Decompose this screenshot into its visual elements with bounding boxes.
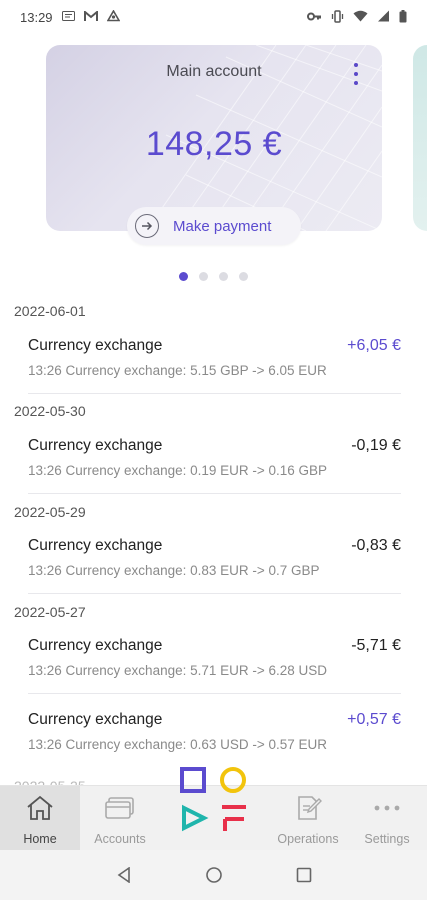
recents-icon[interactable]	[294, 865, 314, 885]
nav-operations[interactable]: Operations	[268, 786, 348, 851]
account-balance: 148,25 €	[145, 125, 283, 163]
transaction-amount: +6,05 €	[347, 337, 401, 354]
card-icon	[104, 793, 136, 823]
transaction-amount: -5,71 €	[351, 637, 401, 654]
date-header: 2022-06-01	[14, 303, 86, 319]
transaction-description: 13:26 Currency exchange: 0.83 EUR -> 0.7…	[28, 563, 320, 578]
transaction-row[interactable]: Currency exchange -5,71 € 13:26 Currency…	[0, 637, 427, 697]
home-circle-icon[interactable]	[204, 865, 224, 885]
key-icon	[307, 11, 322, 23]
nav-settings[interactable]: Settings	[347, 786, 427, 851]
make-payment-label: Make payment	[173, 217, 272, 235]
transaction-description: 13:26 Currency exchange: 0.63 USD -> 0.5…	[28, 737, 328, 752]
carousel-indicator	[0, 272, 427, 281]
carousel-dot-1[interactable]	[179, 272, 188, 281]
account-title: Main account	[166, 63, 262, 80]
nav-home-label: Home	[23, 832, 57, 846]
status-time: 13:29	[20, 9, 53, 25]
nav-operations-label: Operations	[277, 832, 339, 846]
document-edit-icon	[294, 793, 322, 823]
system-navigation-bar	[0, 850, 427, 900]
home-icon	[25, 793, 55, 823]
transaction-description: 13:26 Currency exchange: 5.71 EUR -> 6.2…	[28, 663, 328, 678]
arrow-right-circle-icon	[135, 214, 159, 238]
recycle-icon	[106, 9, 120, 24]
date-header: 2022-05-27	[14, 604, 86, 620]
account-card[interactable]: Main account 148,25 €	[46, 45, 382, 231]
message-icon	[61, 11, 75, 23]
signal-icon	[377, 10, 390, 24]
transaction-amount: -0,19 €	[351, 437, 401, 454]
transaction-row[interactable]: Currency exchange -0,19 € 13:26 Currency…	[0, 437, 427, 497]
vibrate-icon	[331, 9, 344, 25]
transaction-title: Currency exchange	[28, 637, 163, 654]
nav-settings-label: Settings	[364, 832, 410, 846]
transaction-amount: +0,57 €	[347, 711, 401, 728]
transaction-title: Currency exchange	[28, 437, 163, 454]
transaction-description: 13:26 Currency exchange: 5.15 GBP -> 6.0…	[28, 363, 327, 378]
carousel-dot-4[interactable]	[239, 272, 248, 281]
divider	[28, 493, 401, 494]
back-icon[interactable]	[114, 865, 134, 885]
nav-accounts[interactable]: Accounts	[80, 786, 160, 851]
more-vert-icon[interactable]	[352, 63, 360, 85]
carousel-dot-3[interactable]	[219, 272, 228, 281]
transaction-description: 13:26 Currency exchange: 0.19 EUR -> 0.1…	[28, 463, 328, 478]
brand-logo-icon	[180, 767, 246, 832]
date-header: 2022-05-29	[14, 504, 86, 520]
more-horiz-icon	[373, 793, 401, 823]
make-payment-button[interactable]: Make payment	[127, 207, 301, 245]
divider	[28, 393, 401, 394]
carousel-dot-2[interactable]	[199, 272, 208, 281]
transaction-row[interactable]: Currency exchange -0,83 € 13:26 Currency…	[0, 537, 427, 597]
status-bar: 13:29	[0, 0, 427, 34]
divider	[28, 593, 401, 594]
transaction-row[interactable]: Currency exchange +0,57 € 13:26 Currency…	[0, 711, 427, 771]
wifi-icon	[353, 10, 368, 24]
transaction-title: Currency exchange	[28, 537, 163, 554]
battery-icon	[399, 9, 407, 25]
transaction-row[interactable]: Currency exchange +6,05 € 13:26 Currency…	[0, 337, 427, 397]
transaction-title: Currency exchange	[28, 337, 163, 354]
brand-logo-button[interactable]	[174, 763, 254, 835]
gmail-icon	[83, 9, 98, 24]
transaction-title: Currency exchange	[28, 711, 163, 728]
divider	[28, 693, 401, 694]
nav-home[interactable]: Home	[0, 786, 80, 851]
nav-accounts-label: Accounts	[94, 832, 146, 846]
date-header: 2022-05-30	[14, 403, 86, 419]
transaction-amount: -0,83 €	[351, 537, 401, 554]
next-account-card-peek[interactable]	[413, 45, 427, 231]
